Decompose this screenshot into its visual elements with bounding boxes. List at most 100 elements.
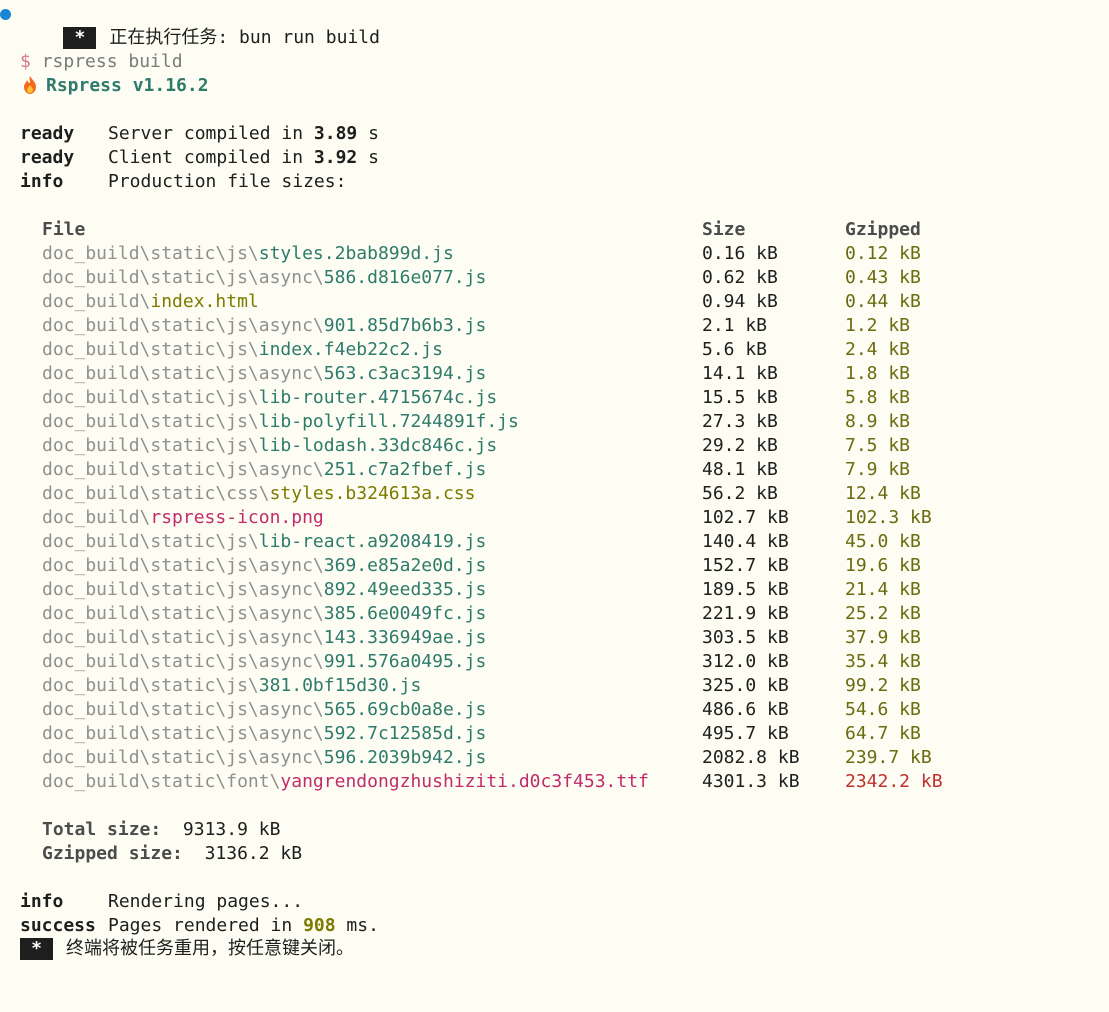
- table-row: doc_build\static\js\async\991.576a0495.j…: [42, 650, 921, 674]
- file-directory: doc_build\static\js\async\: [42, 579, 324, 600]
- file-name: 385.6e0049fc.js: [323, 603, 487, 624]
- file-name: 586.d816e077.js: [323, 267, 487, 288]
- task-footer-badge: *: [20, 938, 53, 960]
- log-message: Server compiled in: [108, 123, 314, 144]
- file-name: 592.7c12585d.js: [323, 723, 487, 744]
- file-size: 325.0 kB: [702, 675, 789, 696]
- gzipped-size-value: 3136.2 kB: [204, 843, 303, 864]
- file-name: 991.576a0495.js: [323, 651, 487, 672]
- file-name: 565.69cb0a8e.js: [323, 699, 487, 720]
- file-gzipped-size: 0.12 kB: [845, 243, 921, 264]
- file-size: 0.62 kB: [702, 267, 778, 288]
- table-row: doc_build\static\js\async\586.d816e077.j…: [42, 266, 921, 290]
- file-name: lib-polyfill.7244891f.js: [258, 411, 519, 432]
- file-name: lib-router.4715674c.js: [258, 387, 498, 408]
- table-row: doc_build\static\js\async\385.6e0049fc.j…: [42, 602, 921, 626]
- file-gzipped-size: 7.5 kB: [845, 435, 911, 456]
- table-row: doc_build\static\js\lib-polyfill.7244891…: [42, 410, 910, 434]
- table-row: doc_build\static\js\async\592.7c12585d.j…: [42, 722, 921, 746]
- command-text: rspress build: [41, 51, 183, 72]
- file-gzipped-size: 25.2 kB: [845, 603, 921, 624]
- task-footer-text: 终端将被任务重用，按任意键关闭。: [66, 938, 354, 959]
- file-gzipped-size: 45.0 kB: [845, 531, 921, 552]
- log-line: info Production file sizes:: [20, 170, 346, 194]
- table-row: doc_build\rspress-icon.png 102.7 kB 102.3 …: [42, 506, 932, 530]
- table-row: doc_build\static\js\async\596.2039b942.j…: [42, 746, 932, 770]
- table-row: doc_build\static\font\yangrendongzhushiz…: [42, 770, 943, 794]
- gzipped-size-line: Gzipped size: 3136.2 kB: [42, 842, 302, 866]
- table-row: doc_build\static\js\styles.2bab899d.js 0.…: [42, 242, 921, 266]
- file-gzipped-size: 2342.2 kB: [845, 771, 943, 792]
- file-directory: doc_build\static\js\async\: [42, 747, 324, 768]
- file-size: 27.3 kB: [702, 411, 778, 432]
- table-row: doc_build\static\js\lib-router.4715674c.…: [42, 386, 910, 410]
- file-gzipped-size: 8.9 kB: [845, 411, 911, 432]
- file-name: 381.0bf15d30.js: [258, 675, 422, 696]
- log-line: ready Server compiled in 3.89 s: [20, 122, 379, 146]
- file-name: 143.336949ae.js: [323, 627, 487, 648]
- log-level: ready: [20, 147, 75, 168]
- gzipped-size-label: Gzipped size:: [42, 843, 183, 864]
- log-message: Client compiled in: [108, 147, 314, 168]
- file-size: 303.5 kB: [702, 627, 789, 648]
- file-size: 29.2 kB: [702, 435, 778, 456]
- log-line: ready Client compiled in 3.92 s: [20, 146, 379, 170]
- file-name: index.html: [150, 291, 259, 312]
- file-name: 251.c7a2fbef.js: [323, 459, 487, 480]
- file-gzipped-size: 99.2 kB: [845, 675, 921, 696]
- header-file: File: [42, 219, 86, 240]
- brand-line: Rspress v1.16.2: [20, 74, 209, 98]
- file-size: 14.1 kB: [702, 363, 778, 384]
- table-row: doc_build\static\css\styles.b324613a.css…: [42, 482, 921, 506]
- table-row: doc_build\static\js\async\369.e85a2e0d.j…: [42, 554, 921, 578]
- file-directory: doc_build\static\css\: [42, 483, 270, 504]
- file-gzipped-size: 5.8 kB: [845, 387, 911, 408]
- file-size: 15.5 kB: [702, 387, 778, 408]
- file-name: styles.2bab899d.js: [258, 243, 454, 264]
- file-directory: doc_build\static\js\: [42, 675, 259, 696]
- total-size-line: Total size: 9313.9 kB: [42, 818, 280, 842]
- file-size: 189.5 kB: [702, 579, 789, 600]
- brand-version: Rspress v1.16.2: [46, 75, 209, 96]
- file-gzipped-size: 19.6 kB: [845, 555, 921, 576]
- file-directory: doc_build\static\js\async\: [42, 627, 324, 648]
- file-size: 221.9 kB: [702, 603, 789, 624]
- file-size: 56.2 kB: [702, 483, 778, 504]
- task-badge: *: [63, 27, 97, 49]
- status-dot-icon: [0, 9, 11, 20]
- file-directory: doc_build\static\js\async\: [42, 363, 324, 384]
- file-size: 5.6 kB: [702, 339, 768, 360]
- file-name: index.f4eb22c2.js: [258, 339, 443, 360]
- log-value: 908: [303, 915, 336, 936]
- file-gzipped-size: 2.4 kB: [845, 339, 911, 360]
- file-directory: doc_build\static\js\: [42, 411, 259, 432]
- file-gzipped-size: 54.6 kB: [845, 699, 921, 720]
- prompt-symbol: $: [20, 51, 31, 72]
- file-size: 4301.3 kB: [702, 771, 800, 792]
- file-directory: doc_build\static\js\async\: [42, 267, 324, 288]
- file-directory: doc_build\static\js\async\: [42, 315, 324, 336]
- file-size: 2.1 kB: [702, 315, 768, 336]
- file-size: 48.1 kB: [702, 459, 778, 480]
- log-suffix: ms.: [335, 915, 379, 936]
- log-level: info: [20, 171, 64, 192]
- file-directory: doc_build\static\js\async\: [42, 699, 324, 720]
- total-size-value: 9313.9 kB: [182, 819, 281, 840]
- file-name: 563.c3ac3194.js: [323, 363, 487, 384]
- total-size-label: Total size:: [42, 819, 162, 840]
- file-directory: doc_build\static\js\: [42, 435, 259, 456]
- table-header: File Size Gzipped: [42, 218, 921, 242]
- log-value: 3.92: [313, 147, 358, 168]
- file-gzipped-size: 7.9 kB: [845, 459, 911, 480]
- render-line: success Pages rendered in 908 ms.: [20, 914, 379, 938]
- table-row: doc_build\static\js\async\892.49eed335.j…: [42, 578, 921, 602]
- file-name: rspress-icon.png: [150, 507, 324, 528]
- table-row: doc_build\static\js\async\563.c3ac3194.j…: [42, 362, 910, 386]
- file-gzipped-size: 1.8 kB: [845, 363, 911, 384]
- file-gzipped-size: 12.4 kB: [845, 483, 921, 504]
- task-header-line: * 正在执行任务: bun run build: [0, 2, 380, 49]
- file-size: 2082.8 kB: [702, 747, 800, 768]
- file-name: lib-lodash.33dc846c.js: [258, 435, 498, 456]
- terminal-output[interactable]: * 正在执行任务: bun run build $ rspress build R…: [0, 0, 1109, 1012]
- table-row: doc_build\static\js\381.0bf15d30.js 325.0…: [42, 674, 921, 698]
